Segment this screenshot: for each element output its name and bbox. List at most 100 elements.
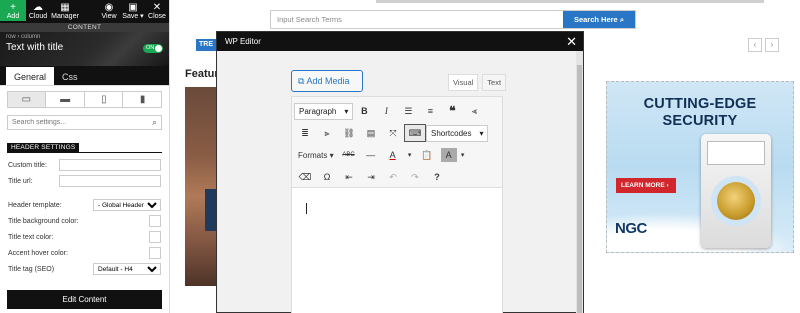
title-text-color-row: Title text color:	[8, 231, 161, 243]
grid-icon: ▦	[60, 2, 70, 13]
bullet-list-icon[interactable]: ☰	[397, 102, 419, 120]
align-left-icon[interactable]: ⫷	[463, 102, 485, 120]
device-switcher: ▭ ▬ ▯ ▮	[7, 91, 162, 108]
search-icon: ⌕	[151, 117, 157, 127]
manager-button[interactable]: ▦ Manager	[50, 2, 80, 21]
custom-title-field[interactable]	[59, 159, 161, 171]
formats-menu[interactable]: Formats ▾	[294, 151, 338, 160]
align-center-icon[interactable]: ≣	[294, 124, 316, 142]
accent-hover-color-label: Accent hover color:	[8, 249, 68, 257]
clear-formatting-icon[interactable]: ⌫	[294, 168, 316, 186]
strikethrough-icon[interactable]: ABC	[338, 146, 360, 164]
ngc-logo: NGC	[615, 220, 647, 237]
cloud-button[interactable]: ☁ Cloud	[26, 2, 50, 21]
element-title: Text with title	[6, 42, 64, 53]
horizontal-line-icon[interactable]: —	[360, 146, 382, 164]
undo-icon[interactable]: ↶	[382, 168, 404, 186]
tab-general[interactable]: General	[6, 67, 55, 85]
read-more-icon[interactable]: ▤	[360, 124, 382, 142]
custom-title-label: Custom title:	[8, 161, 47, 169]
modal-scrollbar[interactable]	[576, 51, 583, 313]
site-search-button[interactable]: Search Here ⌕	[563, 11, 635, 28]
content-section-bar: CONTENT	[0, 23, 169, 32]
header-template-row: Header template: - Global Header -	[8, 199, 161, 211]
laptop-icon[interactable]: ▬	[47, 92, 85, 107]
text-cursor[interactable]	[306, 203, 307, 214]
modal-header: WP Editor ✕	[217, 32, 583, 51]
add-media-button[interactable]: ⧉ Add Media	[291, 70, 363, 92]
slider-arrows: ‹ ›	[748, 38, 779, 52]
tab-css[interactable]: Css	[54, 67, 86, 85]
tab-text[interactable]: Text	[482, 74, 507, 91]
toolbar-toggle-icon[interactable]: ⌨	[404, 124, 426, 142]
header-template-select[interactable]: - Global Header -	[93, 199, 161, 211]
desktop-icon[interactable]: ▭	[8, 92, 46, 107]
caret-down-icon[interactable]: ▾	[457, 146, 469, 164]
title-bg-color-picker[interactable]	[149, 215, 161, 227]
trending-badge[interactable]: TRE	[196, 39, 218, 51]
learn-more-button[interactable]: LEARN MORE ›	[616, 178, 676, 193]
wp-editor-modal: WP Editor ✕ ⧉ Add Media Visual Text Para…	[216, 31, 584, 313]
close-label: Close	[148, 13, 166, 20]
title-tag-row: Title tag (SEO) Default - H4	[8, 263, 161, 275]
title-text-color-label: Title text color:	[8, 233, 54, 241]
tab-visual[interactable]: Visual	[448, 74, 479, 91]
featured-image[interactable]	[185, 87, 220, 286]
text-color-icon[interactable]: A	[382, 146, 404, 164]
add-label: Add	[6, 13, 20, 20]
redo-icon[interactable]: ↷	[404, 168, 426, 186]
fullscreen-icon[interactable]: ⤧	[382, 124, 404, 142]
add-button[interactable]: + Add	[0, 0, 26, 21]
title-bg-color-row: Title background color:	[8, 215, 161, 227]
close-builder-button[interactable]: ✕ Close	[145, 2, 169, 21]
featured-heading: Featur	[185, 68, 219, 80]
tablet-icon[interactable]: ▯	[86, 92, 124, 107]
numbered-list-icon[interactable]: ≡	[419, 102, 441, 120]
title-tag-select[interactable]: Default - H4	[93, 263, 161, 275]
chevron-left-icon[interactable]: ‹	[748, 38, 762, 52]
close-icon: ✕	[152, 2, 162, 13]
indent-icon[interactable]: ⇥	[360, 168, 382, 186]
title-text-color-picker[interactable]	[149, 231, 161, 243]
bold-icon[interactable]: B	[353, 102, 375, 120]
header-template-label: Header template:	[8, 201, 62, 209]
view-button[interactable]: ◉ View	[97, 2, 121, 21]
ngc-ad-banner[interactable]: CUTTING-EDGE SECURITY LEARN MORE › NGC	[606, 81, 794, 253]
chevron-right-icon[interactable]: ›	[765, 38, 779, 52]
title-url-row: Title url:	[8, 175, 161, 187]
help-icon[interactable]: ?	[426, 168, 448, 186]
align-right-icon[interactable]: ⫸	[316, 124, 338, 142]
title-bg-color-label: Title background color:	[8, 217, 79, 225]
blockquote-icon[interactable]: ❝	[441, 102, 463, 120]
caret-down-icon: ▾	[344, 106, 349, 116]
outdent-icon[interactable]: ⇤	[338, 168, 360, 186]
settings-search-input[interactable]	[12, 119, 152, 126]
background-color-icon[interactable]: A	[440, 148, 457, 162]
view-label: View	[101, 13, 117, 20]
tinymce-editor: Paragraph ▾ B I ☰ ≡ ❝ ⫷ ≣ ⫸ ⛓ ▤ ⤧ ⌨ Short…	[291, 96, 503, 313]
cloud-label: Cloud	[28, 13, 48, 20]
edit-content-button[interactable]: Edit Content	[7, 290, 162, 309]
gold-coin	[717, 182, 755, 220]
caret-down-icon[interactable]: ▾	[404, 146, 416, 164]
special-character-icon[interactable]: Ω	[316, 168, 338, 186]
mobile-icon[interactable]: ▮	[124, 92, 161, 107]
paragraph-select[interactable]: Paragraph ▾	[294, 102, 354, 120]
ad-headline-2: SECURITY	[662, 113, 738, 129]
coin-slab-image	[701, 134, 771, 248]
site-search: Input Search Terms Search Here ⌕	[270, 10, 636, 29]
element-toggle[interactable]: ON	[143, 44, 163, 53]
shortcodes-select[interactable]: Shortcodes ▾	[426, 124, 489, 142]
close-icon[interactable]: ✕	[566, 32, 577, 51]
italic-icon[interactable]: I	[375, 102, 397, 120]
site-search-input[interactable]: Input Search Terms	[271, 11, 563, 28]
paste-text-icon[interactable]: 📋	[416, 146, 438, 164]
save-label: Save ▾	[122, 13, 144, 20]
save-button[interactable]: ▣ Save ▾	[121, 2, 145, 21]
accent-hover-color-picker[interactable]	[149, 247, 161, 259]
link-icon[interactable]: ⛓	[338, 124, 360, 142]
title-url-field[interactable]	[59, 175, 161, 187]
ad-headline-1: CUTTING-EDGE	[643, 96, 757, 112]
custom-title-row: Custom title:	[8, 159, 161, 171]
breadcrumb[interactable]: row › column	[6, 34, 163, 40]
